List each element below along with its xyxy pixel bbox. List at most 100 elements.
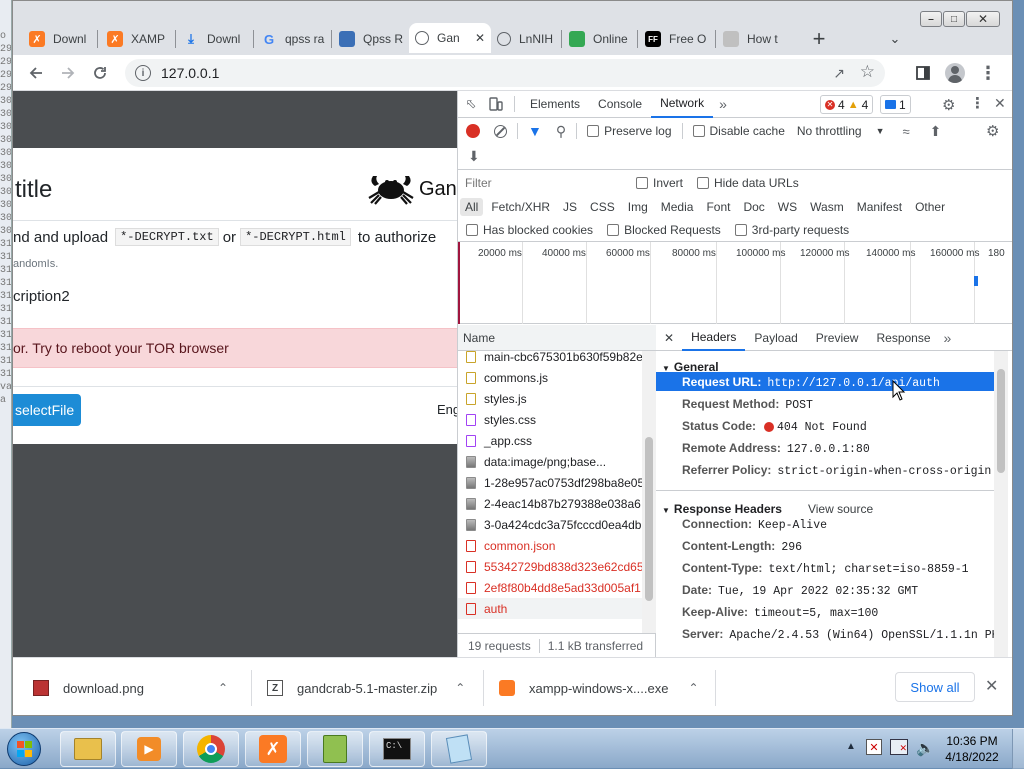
browser-tab[interactable]: Qpss R <box>333 25 405 53</box>
close-tab-icon[interactable]: ✕ <box>475 31 485 45</box>
request-row[interactable]: 1-28e957ac0753df298ba8e05 <box>458 472 642 493</box>
browser-tab[interactable]: Online <box>563 25 635 53</box>
share-icon[interactable]: ↗ <box>833 65 845 82</box>
inspect-element-icon[interactable]: ⬁ <box>458 96 484 112</box>
third-party-checkbox[interactable] <box>734 223 747 236</box>
devtools-close-icon[interactable]: ✕ <box>994 95 1006 112</box>
view-source-link[interactable]: View source <box>808 502 873 516</box>
device-toolbar-icon[interactable] <box>484 97 508 111</box>
chevron-up-icon[interactable]: ⌃ <box>218 681 228 695</box>
request-row[interactable]: 2ef8f80b4dd8e5ad33d005af1 <box>458 577 642 598</box>
details-tab-response[interactable]: Response <box>867 325 939 351</box>
language-selector[interactable]: Eng <box>437 402 457 417</box>
browser-tab[interactable]: ⤓ Downl <box>177 25 251 53</box>
details-tab-payload[interactable]: Payload <box>745 325 806 351</box>
request-row[interactable]: commons.js <box>458 367 642 388</box>
type-filter-media[interactable]: Media <box>656 198 699 216</box>
general-header-row[interactable]: Remote Address: 127.0.0.1:80 <box>682 441 870 456</box>
menu-kebab-icon[interactable]: ⋮ <box>976 61 1000 85</box>
show-desktop-button[interactable] <box>1012 729 1024 769</box>
network-icon[interactable]: ✕ <box>890 739 908 755</box>
profile-avatar-icon[interactable] <box>943 61 967 85</box>
browser-tab[interactable]: LnNIH <box>491 25 559 53</box>
close-downloads-icon[interactable]: ✕ <box>985 676 998 696</box>
request-row[interactable]: 3-0a424cdc3a75fcccd0ea4db <box>458 514 642 535</box>
network-settings-gear-icon[interactable]: ⚙ <box>986 122 999 140</box>
chevron-up-icon[interactable]: ⌃ <box>688 681 698 695</box>
type-filter-img[interactable]: Img <box>623 198 653 216</box>
show-all-button[interactable]: Show all <box>895 672 975 702</box>
settings-gear-icon[interactable]: ⚙ <box>942 96 955 114</box>
request-row[interactable]: main-cbc675301b630f59b82e <box>458 346 642 367</box>
filter-funnel-icon[interactable]: ▼ <box>528 123 542 139</box>
close-details-icon[interactable]: ✕ <box>656 331 682 345</box>
new-tab-button[interactable]: + <box>807 26 831 51</box>
devtools-tab-console[interactable]: Console <box>589 91 651 118</box>
disable-cache-checkbox[interactable] <box>692 125 705 137</box>
more-tabs-icon[interactable]: » <box>713 96 733 112</box>
throttling-select[interactable]: No throttling <box>797 124 862 138</box>
download-item[interactable]: Z gandcrab-5.1-master.zip ⌃ <box>267 658 465 715</box>
type-filter-wasm[interactable]: Wasm <box>805 198 849 216</box>
response-header-row[interactable]: Content-Type: text/html; charset=iso-8859… <box>682 561 969 576</box>
type-filter-fetchxhr[interactable]: Fetch/XHR <box>486 198 555 216</box>
blocked-cookies-checkbox[interactable] <box>466 223 478 236</box>
search-icon[interactable]: ⚲ <box>556 123 566 140</box>
request-row[interactable]: data:image/png;base... <box>458 451 642 472</box>
messages-counter[interactable]: 1 <box>880 95 911 114</box>
type-filter-other[interactable]: Other <box>910 198 950 216</box>
response-header-row[interactable]: Keep-Alive: timeout=5, max=100 <box>682 605 878 620</box>
bookmark-star-icon[interactable]: ☆ <box>860 62 875 82</box>
details-tab-headers[interactable]: Headers <box>682 325 746 351</box>
invert-checkbox[interactable] <box>636 177 648 189</box>
maximize-button[interactable]: □ <box>943 11 965 27</box>
response-header-row[interactable]: Date: Tue, 19 Apr 2022 02:35:32 GMT <box>682 583 918 598</box>
response-header-row[interactable]: Server: Apache/2.4.53 (Win64) OpenSSL/1.1… <box>682 627 999 642</box>
details-tab-preview[interactable]: Preview <box>807 325 868 351</box>
show-hidden-icons[interactable]: ▲ <box>846 741 856 752</box>
back-icon[interactable] <box>24 61 48 85</box>
browser-tab[interactable]: Gan ✕ <box>409 23 491 53</box>
response-headers-section-header[interactable]: ▼ Response Headers View source <box>662 502 873 516</box>
request-row[interactable]: auth <box>458 598 642 619</box>
devtools-tab-network[interactable]: Network <box>651 91 714 118</box>
info-icon[interactable]: i <box>135 65 151 81</box>
chevron-down-icon[interactable]: ▼ <box>876 126 885 136</box>
browser-tab[interactable]: ✗ Downl <box>23 25 95 53</box>
export-har-icon[interactable]: ⬇ <box>468 148 480 165</box>
type-filter-ws[interactable]: WS <box>773 198 802 216</box>
clear-icon[interactable] <box>494 124 507 138</box>
taskbar-cmd[interactable]: C:\ <box>369 731 425 767</box>
general-header-row[interactable]: Request Method: POST <box>682 397 813 412</box>
response-header-row[interactable]: Connection: Keep-Alive <box>682 517 827 532</box>
reload-icon[interactable] <box>88 61 112 85</box>
import-har-icon[interactable]: ⬆ <box>930 123 942 140</box>
browser-tab[interactable]: How t <box>717 25 789 53</box>
tab-search-icon[interactable]: ⌄ <box>885 29 905 49</box>
preserve-log-checkbox[interactable] <box>587 125 600 137</box>
request-row[interactable]: styles.js <box>458 388 642 409</box>
select-file-button[interactable]: selectFile <box>13 394 81 426</box>
type-filter-css[interactable]: CSS <box>585 198 620 216</box>
forward-icon[interactable] <box>56 61 80 85</box>
request-row[interactable]: _app.css <box>458 430 642 451</box>
request-row[interactable]: common.json <box>458 535 642 556</box>
details-scrollbar[interactable] <box>994 351 1008 657</box>
taskbar-xampp[interactable]: ✗ <box>245 731 301 767</box>
request-row[interactable]: 2-4eac14b87b279388e038a6 <box>458 493 642 514</box>
response-header-row[interactable]: Content-Length: 296 <box>682 539 802 554</box>
side-panel-icon[interactable] <box>911 61 935 85</box>
request-row[interactable]: 55342729bd838d323e62cd65 <box>458 556 642 577</box>
close-window-button[interactable]: ✕ <box>966 11 1000 27</box>
general-header-row[interactable]: Status Code: 404 Not Found <box>682 419 867 434</box>
address-bar[interactable]: i 127.0.0.1 ↗ ☆ <box>125 59 885 87</box>
volume-icon[interactable]: 🔈 <box>916 739 935 757</box>
browser-tab[interactable]: FF Free O <box>639 25 713 53</box>
download-item[interactable]: xampp-windows-x....exe ⌃ <box>499 658 699 715</box>
system-clock[interactable]: 10:36 PM 4/18/2022 <box>940 733 1004 765</box>
chevron-up-icon[interactable]: ⌃ <box>455 681 465 695</box>
action-center-icon[interactable]: ✕ <box>866 739 882 755</box>
more-detail-tabs-icon[interactable]: » <box>940 330 956 346</box>
type-filter-font[interactable]: Font <box>701 198 735 216</box>
filter-input[interactable] <box>462 173 632 193</box>
